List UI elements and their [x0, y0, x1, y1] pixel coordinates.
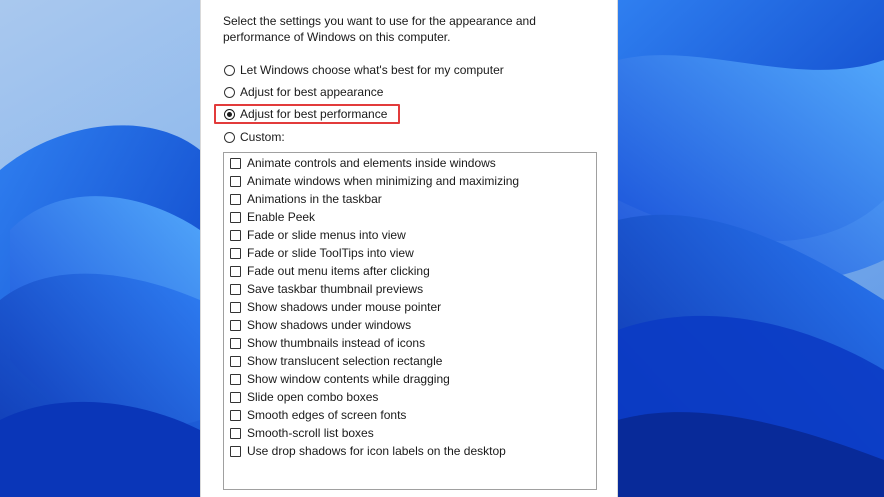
checkbox-icon [230, 391, 241, 403]
radio-best-performance[interactable]: Adjust for best performance [224, 105, 387, 123]
checkbox-icon [230, 427, 241, 439]
effect-label: Show translucent selection rectangle [247, 354, 443, 368]
effect-label: Save taskbar thumbnail previews [247, 282, 424, 296]
effect-label: Animate controls and elements inside win… [247, 156, 496, 170]
checkbox-icon [230, 193, 241, 205]
effect-fade-tooltips[interactable]: Fade or slide ToolTips into view [230, 244, 414, 262]
checkbox-icon [230, 211, 241, 223]
effect-thumbnails[interactable]: Show thumbnails instead of icons [230, 334, 425, 352]
checkbox-icon [230, 175, 241, 187]
radio-label: Let Windows choose what's best for my co… [240, 63, 504, 77]
effect-label: Smooth edges of screen fonts [247, 408, 407, 422]
checkbox-icon [230, 319, 241, 331]
effect-animate-windows[interactable]: Animate windows when minimizing and maxi… [230, 172, 519, 190]
checkbox-icon [230, 247, 241, 259]
effect-label: Show thumbnails instead of icons [247, 336, 426, 350]
checkbox-icon [230, 157, 241, 169]
effect-drop-shadows-icons[interactable]: Use drop shadows for icon labels on the … [230, 442, 506, 460]
effect-smooth-fonts[interactable]: Smooth edges of screen fonts [230, 406, 406, 424]
effect-label: Fade or slide menus into view [247, 228, 406, 242]
checkbox-icon [230, 409, 241, 421]
desktop: Select the settings you want to use for … [0, 0, 884, 497]
radio-custom[interactable]: Custom: [224, 128, 285, 146]
effect-label: Enable Peek [247, 210, 316, 224]
checkbox-icon [230, 265, 241, 277]
checkbox-icon [230, 229, 241, 241]
effect-window-shadows[interactable]: Show shadows under windows [230, 316, 411, 334]
effect-taskbar-animations[interactable]: Animations in the taskbar [230, 190, 382, 208]
effect-label: Animate windows when minimizing and maxi… [247, 174, 520, 188]
effect-slide-combo[interactable]: Slide open combo boxes [230, 388, 378, 406]
checkbox-icon [230, 355, 241, 367]
effect-label: Show shadows under windows [247, 318, 412, 332]
radio-best-appearance[interactable]: Adjust for best appearance [224, 83, 383, 101]
radio-label: Adjust for best appearance [240, 85, 384, 99]
effect-smooth-scroll[interactable]: Smooth-scroll list boxes [230, 424, 374, 442]
dialog-description: Select the settings you want to use for … [223, 14, 536, 44]
effect-label: Smooth-scroll list boxes [247, 426, 374, 440]
checkbox-icon [230, 301, 241, 313]
checkbox-icon [230, 445, 241, 457]
radio-circle-icon [224, 86, 235, 98]
effect-enable-peek[interactable]: Enable Peek [230, 208, 315, 226]
radio-circle-icon [224, 131, 235, 143]
effect-contents-dragging[interactable]: Show window contents while dragging [230, 370, 450, 388]
effect-fade-menu-items[interactable]: Fade out menu items after clicking [230, 262, 430, 280]
performance-options-dialog: Select the settings you want to use for … [200, 0, 618, 497]
radio-circle-icon [224, 64, 235, 76]
checkbox-icon [230, 337, 241, 349]
checkbox-icon [230, 283, 241, 295]
effect-label: Fade out menu items after clicking [247, 264, 430, 278]
radio-checked-icon [224, 108, 235, 120]
effect-label: Use drop shadows for icon labels on the … [247, 444, 506, 458]
visual-effects-list[interactable]: Animate controls and elements inside win… [223, 152, 597, 490]
effect-pointer-shadows[interactable]: Show shadows under mouse pointer [230, 298, 441, 316]
effect-label: Show shadows under mouse pointer [247, 300, 442, 314]
effect-animate-controls[interactable]: Animate controls and elements inside win… [230, 154, 496, 172]
effect-label: Show window contents while dragging [247, 372, 450, 386]
effect-taskbar-thumbnails[interactable]: Save taskbar thumbnail previews [230, 280, 423, 298]
effect-fade-menus[interactable]: Fade or slide menus into view [230, 226, 406, 244]
effect-label: Slide open combo boxes [247, 390, 379, 404]
radio-let-windows-choose[interactable]: Let Windows choose what's best for my co… [224, 61, 504, 79]
effect-label: Fade or slide ToolTips into view [247, 246, 414, 260]
effect-label: Animations in the taskbar [247, 192, 382, 206]
radio-label: Custom: [240, 130, 285, 144]
effect-translucent-selection[interactable]: Show translucent selection rectangle [230, 352, 442, 370]
radio-label: Adjust for best performance [240, 107, 388, 121]
checkbox-icon [230, 373, 241, 385]
